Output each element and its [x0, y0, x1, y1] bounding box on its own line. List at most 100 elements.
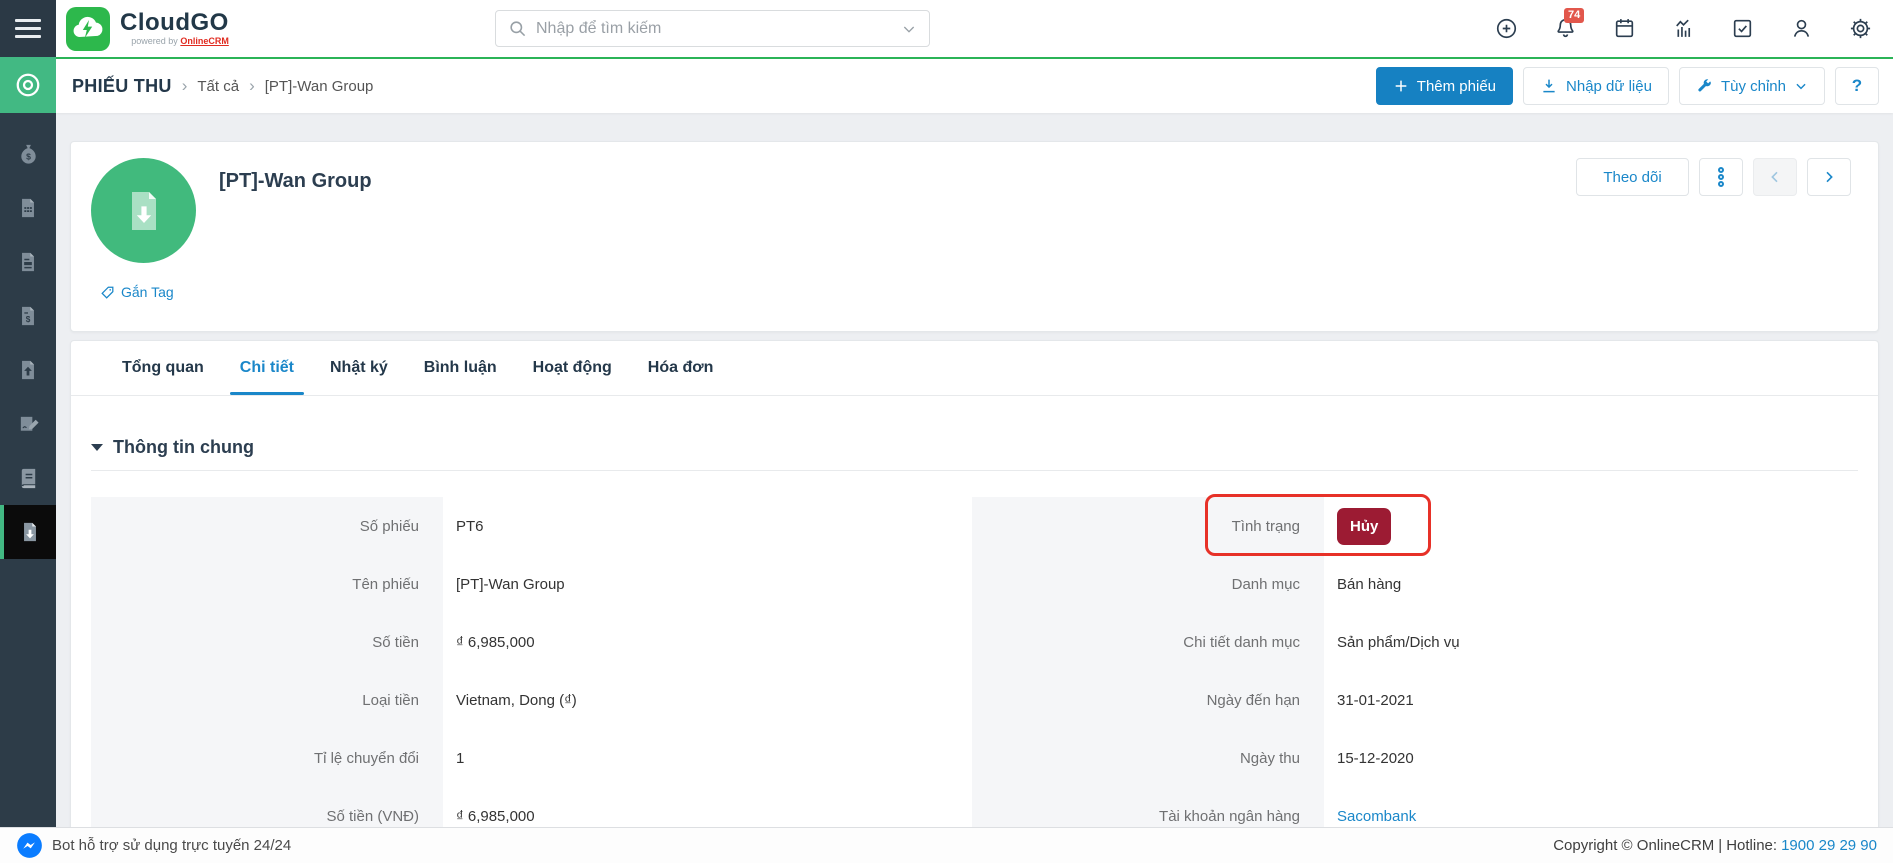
sidebar-item-spreadsheet[interactable] — [0, 181, 56, 235]
calendar-icon — [1612, 16, 1637, 41]
support-bot[interactable]: Bot hỗ trợ sử dụng trực tuyến 24/24 — [16, 832, 291, 859]
kebab-menu-icon — [1713, 167, 1729, 187]
sidebar-item-upload-doc[interactable] — [0, 343, 56, 397]
sidebar-item-payment-doc[interactable]: $ — [0, 289, 56, 343]
app-logo[interactable]: CloudGO powered by OnlineCRM — [66, 7, 229, 51]
help-button[interactable]: ? — [1835, 67, 1879, 105]
support-bot-text: Bot hỗ trợ sử dụng trực tuyến 24/24 — [52, 837, 291, 854]
sidebar-item-money-bag[interactable]: $ — [0, 127, 56, 181]
notifications-button[interactable]: 74 — [1552, 16, 1578, 42]
sidebar-item-receipt-download[interactable] — [0, 505, 56, 559]
tasks-button[interactable] — [1729, 16, 1755, 42]
field-value: Bán hàng — [1324, 576, 1878, 593]
quick-add-button[interactable] — [1493, 16, 1519, 42]
plus-icon — [1393, 78, 1409, 94]
breadcrumb-separator: › — [249, 76, 255, 96]
sign-doc-icon — [17, 413, 40, 436]
record-detail-card: Tổng quan Chi tiết Nhật ký Bình luận Hoạ… — [70, 340, 1879, 863]
profile-button[interactable] — [1788, 16, 1814, 42]
sidebar-module-current[interactable] — [0, 57, 56, 113]
field-row: Danh mục Bán hàng — [972, 555, 1878, 613]
field-row: Ngày đến hạn 31-01-2021 — [972, 671, 1878, 729]
topbar: CloudGO powered by OnlineCRM 74 — [0, 0, 1893, 57]
field-value: ₫ 6,985,000 — [443, 634, 961, 651]
field-column-right: Tình trạng Hủy Danh mục Bán hàng Chi tiế… — [972, 497, 1878, 845]
next-record-button[interactable] — [1807, 158, 1851, 196]
notification-badge: 74 — [1564, 8, 1584, 23]
more-options-button[interactable] — [1699, 158, 1743, 196]
sidebar-item-ledger[interactable] — [0, 451, 56, 505]
search-icon — [508, 19, 527, 38]
hamburger-menu-button[interactable] — [0, 0, 56, 57]
invoice-doc-icon — [17, 251, 39, 273]
copyright: Copyright © OnlineCRM | Hotline: 1900 29… — [1553, 837, 1877, 854]
breadcrumb-current: [PT]-Wan Group — [265, 78, 374, 95]
sidebar-nav: $ $ — [0, 127, 56, 559]
messenger-icon — [16, 832, 43, 859]
breadcrumb-separator: › — [182, 76, 188, 96]
field-value: Hủy — [1324, 508, 1878, 545]
breadcrumb-parent[interactable]: Tất cả — [197, 78, 239, 95]
add-receipt-button[interactable]: Thêm phiếu — [1376, 67, 1513, 105]
wrench-icon — [1696, 78, 1713, 95]
tab-details[interactable]: Chi tiết — [222, 341, 312, 395]
tab-overview[interactable]: Tổng quan — [104, 341, 222, 395]
field-value: Sản phẩm/Dịch vụ — [1324, 634, 1878, 651]
record-avatar — [91, 158, 196, 263]
check-square-icon — [1730, 16, 1755, 41]
follow-button[interactable]: Theo dõi — [1576, 158, 1689, 196]
field-row-status: Tình trạng Hủy — [972, 497, 1878, 555]
receipt-download-icon — [120, 187, 168, 235]
record-title: [PT]-Wan Group — [219, 170, 372, 315]
field-row: Tỉ lệ chuyển đổi 1 — [91, 729, 961, 787]
footer: Bot hỗ trợ sử dụng trực tuyến 24/24 Copy… — [0, 827, 1893, 863]
chevron-down-icon[interactable] — [901, 21, 917, 37]
plus-circle-icon — [1494, 16, 1519, 41]
tab-invoices[interactable]: Hóa đơn — [630, 341, 732, 395]
section-general-info-toggle[interactable]: Thông tin chung — [91, 432, 1858, 462]
record-header-card: Gắn Tag [PT]-Wan Group Theo dõi — [70, 141, 1879, 332]
tab-log[interactable]: Nhật ký — [312, 341, 406, 395]
svg-text:$: $ — [26, 315, 31, 324]
powered-by: powered by OnlineCRM — [131, 36, 229, 46]
cloudgo-logo-icon — [66, 7, 110, 51]
search-input[interactable] — [536, 20, 892, 38]
tab-bar: Tổng quan Chi tiết Nhật ký Bình luận Hoạ… — [71, 341, 1878, 396]
tab-activities[interactable]: Hoạt động — [515, 341, 630, 395]
field-row: Số phiếu PT6 — [91, 497, 961, 555]
help-icon: ? — [1852, 76, 1862, 96]
customize-button[interactable]: Tùy chỉnh — [1679, 67, 1825, 105]
reports-button[interactable] — [1670, 16, 1696, 42]
field-row: Ngày thu 15-12-2020 — [972, 729, 1878, 787]
field-row: Tên phiếu [PT]-Wan Group — [91, 555, 961, 613]
breadcrumb-module[interactable]: PHIẾU THU — [72, 76, 172, 97]
chart-icon — [1671, 16, 1696, 41]
collapse-caret-icon — [91, 444, 103, 451]
global-search — [495, 10, 930, 47]
calendar-button[interactable] — [1611, 16, 1637, 42]
page-actions: Thêm phiếu Nhập dữ liệu Tùy chỉnh ? — [1376, 67, 1879, 105]
chevron-right-icon — [1821, 169, 1837, 185]
breadcrumb: PHIẾU THU › Tất cả › [PT]-Wan Group — [72, 76, 373, 97]
hamburger-icon — [15, 19, 41, 22]
field-value: Vietnam, Dong (₫) — [443, 692, 961, 709]
brand-name: CloudGO — [120, 11, 229, 35]
bank-account-link[interactable]: Sacombank — [1337, 808, 1416, 825]
field-row: Số tiền ₫ 6,985,000 — [91, 613, 961, 671]
previous-record-button[interactable] — [1753, 158, 1797, 196]
import-icon — [1540, 77, 1558, 95]
sidebar-item-invoice[interactable] — [0, 235, 56, 289]
import-data-button[interactable]: Nhập dữ liệu — [1523, 67, 1669, 105]
hotline-link[interactable]: 1900 29 29 90 — [1781, 837, 1877, 854]
sidebar-item-sign-doc[interactable] — [0, 397, 56, 451]
section-divider — [91, 470, 1858, 471]
field-value: ₫ 6,985,000 — [443, 808, 961, 825]
tab-comments[interactable]: Bình luận — [406, 341, 515, 395]
user-icon — [1789, 16, 1814, 41]
tag-icon — [100, 285, 115, 300]
assign-tag-link[interactable]: Gắn Tag — [100, 284, 174, 300]
section-title: Thông tin chung — [113, 437, 254, 458]
settings-button[interactable] — [1847, 16, 1873, 42]
field-value: [PT]-Wan Group — [443, 576, 961, 593]
spreadsheet-doc-icon — [17, 197, 39, 219]
